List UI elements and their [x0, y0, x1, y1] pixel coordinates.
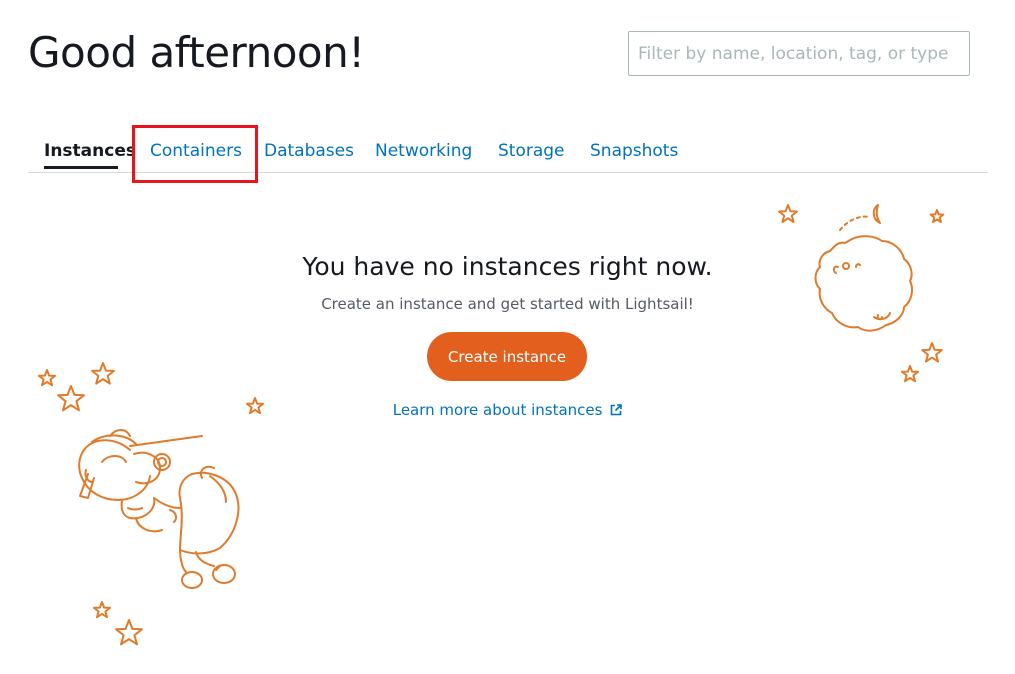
tab-instances[interactable]: Instances [44, 141, 136, 161]
tab-databases[interactable]: Databases [264, 141, 354, 161]
star-icon [901, 365, 919, 383]
empty-state-title: You have no instances right now. [302, 252, 713, 281]
learn-more-link[interactable]: Learn more about instances [0, 401, 1015, 419]
learn-more-link-label: Learn more about instances [392, 401, 603, 419]
star-icon [778, 204, 798, 223]
create-instance-button[interactable]: Create instance [427, 332, 587, 381]
tab-networking[interactable]: Networking [375, 141, 472, 161]
star-icon [921, 342, 943, 363]
empty-state-subtitle: Create an instance and get started with … [321, 295, 694, 313]
star-icon [91, 362, 115, 385]
filter-input[interactable] [628, 31, 970, 76]
lightsail-home-page: Good afternoon! Instances Containers Dat… [0, 0, 1015, 674]
resource-tabs: Instances Containers Databases Networkin… [28, 128, 988, 173]
star-icon [93, 601, 111, 619]
external-link-icon [610, 404, 623, 416]
tab-storage[interactable]: Storage [498, 141, 565, 161]
star-icon [38, 369, 56, 387]
star-icon [115, 619, 143, 646]
star-icon [929, 209, 945, 223]
page-title: Good afternoon! [28, 28, 365, 77]
active-tab-indicator [44, 166, 118, 169]
tab-snapshots[interactable]: Snapshots [590, 141, 678, 161]
tab-containers[interactable]: Containers [150, 141, 242, 161]
